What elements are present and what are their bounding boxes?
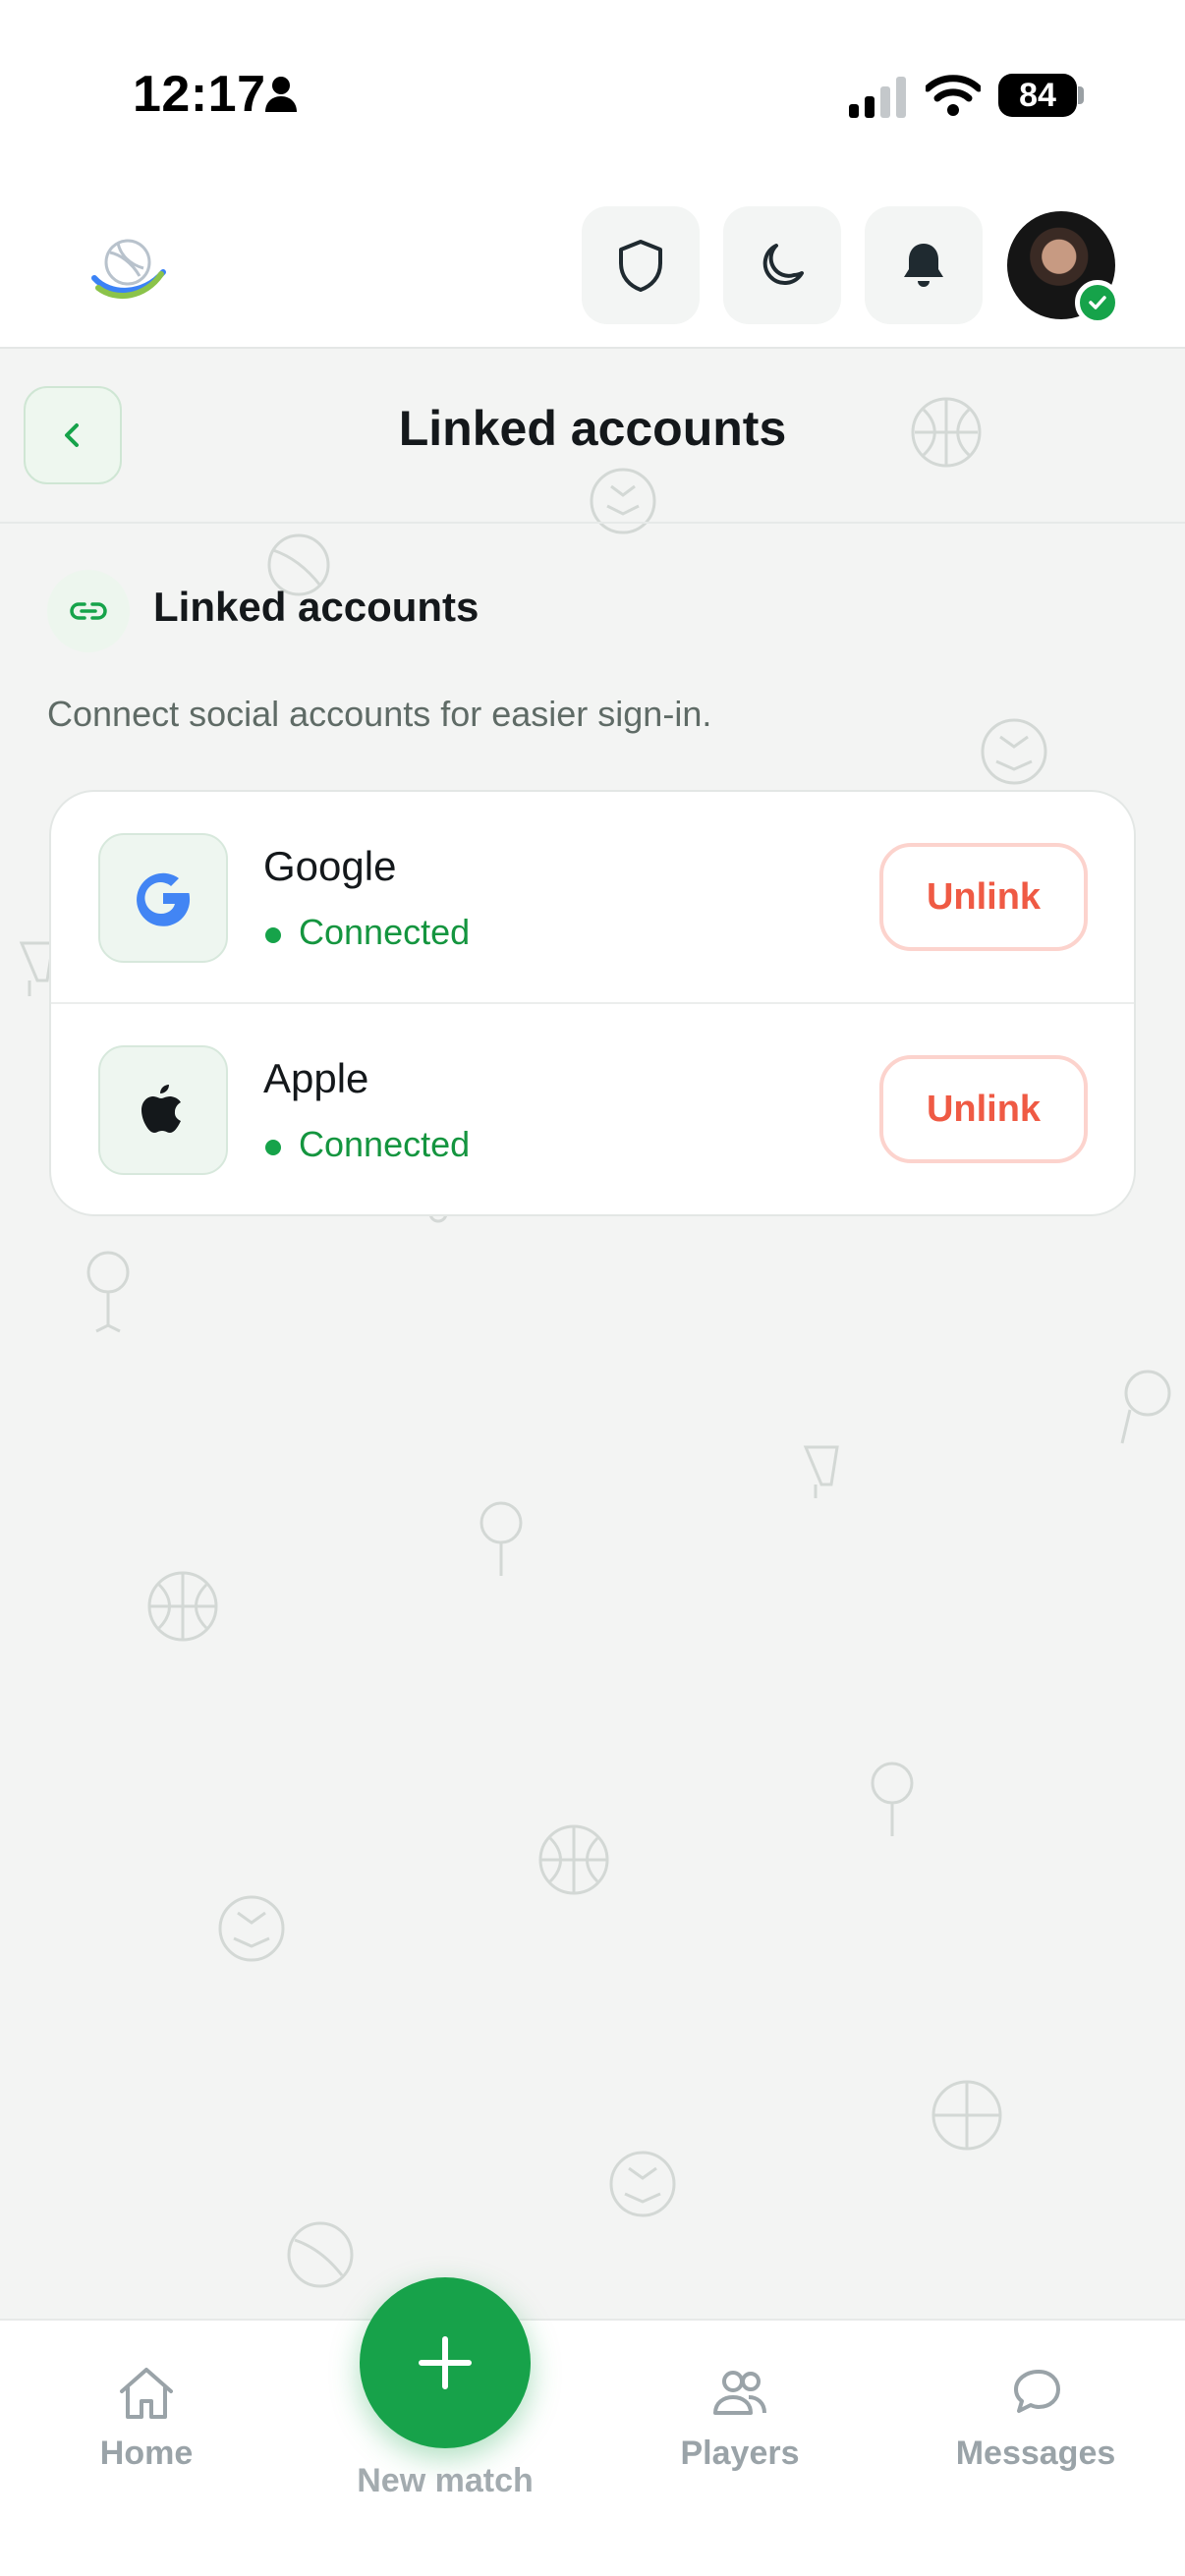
section-description: Connect social accounts for easier sign-… [47, 694, 712, 734]
list-item: Apple Connected Unlink [51, 1004, 1134, 1214]
plus-icon [419, 2336, 472, 2389]
bottom-navigation: Home Players Messages [0, 2319, 1185, 2576]
provider-name: Google [263, 843, 397, 889]
section-title: Linked accounts [153, 584, 480, 630]
connection-status: Connected [299, 912, 471, 952]
connected-dot [265, 1140, 281, 1155]
person-icon [265, 77, 297, 112]
wifi-icon [926, 75, 981, 116]
page-header: Linked accounts [0, 349, 1185, 524]
home-icon [120, 2368, 173, 2419]
tab-messages[interactable]: Messages [928, 2360, 1144, 2473]
link-icon [70, 602, 107, 620]
new-match-label: New match [357, 2462, 534, 2499]
connected-dot [265, 927, 281, 943]
tab-home-label: Home [99, 2435, 194, 2472]
page-title: Linked accounts [398, 401, 787, 456]
unlink-apple-button[interactable]: Unlink [879, 1055, 1088, 1163]
status-time: 12:17 [133, 66, 266, 123]
list-item: Google Connected Unlink [51, 792, 1134, 1004]
status-bar: 12:17 84 [0, 0, 1185, 182]
apple-icon [141, 1085, 181, 1133]
shield-button[interactable] [582, 206, 700, 324]
battery-tip [1078, 86, 1084, 104]
battery-indicator: 84 [998, 74, 1077, 117]
notifications-button[interactable] [865, 206, 983, 324]
tab-players[interactable]: Players [632, 2360, 848, 2473]
provider-icon-box [98, 833, 228, 963]
dark-mode-button[interactable] [723, 206, 841, 324]
tab-messages-label: Messages [955, 2435, 1116, 2472]
app-header [0, 182, 1185, 349]
provider-icon-box [98, 1045, 228, 1175]
sports-background-pattern [19, 397, 1171, 2288]
provider-name: Apple [263, 1055, 369, 1101]
online-status-badge [1075, 280, 1120, 325]
linked-accounts-card: Google Connected Unlink Apple Connected … [49, 790, 1136, 1216]
bell-icon [904, 244, 943, 287]
tab-home[interactable]: Home [38, 2360, 254, 2473]
link-icon-badge [47, 570, 130, 652]
app-logo[interactable] [88, 231, 167, 302]
check-icon [1089, 296, 1106, 309]
connection-status: Connected [299, 1124, 471, 1164]
players-icon [713, 2371, 766, 2415]
cellular-signal-icon [849, 77, 906, 118]
moon-icon [762, 244, 804, 286]
new-match-button[interactable] [360, 2277, 531, 2448]
shield-icon [619, 240, 662, 292]
google-icon [137, 872, 191, 926]
unlink-google-button[interactable]: Unlink [879, 843, 1088, 951]
chat-bubble-icon [1014, 2370, 1060, 2413]
tab-players-label: Players [680, 2435, 800, 2472]
